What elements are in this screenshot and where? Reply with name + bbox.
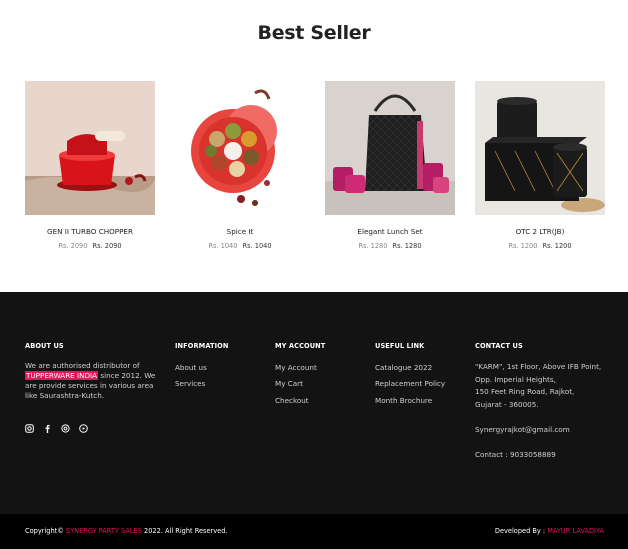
footer-heading: CONTACT US — [475, 342, 523, 350]
current-price: Rs. 1200 — [542, 242, 572, 250]
footer-information: INFORMATION About us Services — [175, 342, 229, 396]
footer-link-catalogue[interactable]: Catalogue 2022 — [375, 363, 445, 372]
product-card[interactable]: GEN II TURBO CHOPPER Rs. 2090 Rs. 2090 — [25, 81, 155, 250]
footer-heading: MY ACCOUNT — [275, 342, 326, 350]
product-name[interactable]: GEN II TURBO CHOPPER — [25, 227, 155, 236]
footer-link-services[interactable]: Services — [175, 379, 229, 388]
product-card[interactable]: Elegant Lunch Set Rs. 1280 Rs. 1280 — [325, 81, 455, 250]
copyright-text: Copyright© SYNERGY PARTY SALES 2022. All… — [25, 527, 228, 535]
old-price: Rs. 1040 — [208, 242, 238, 250]
product-name[interactable]: Spice It — [175, 227, 305, 236]
address-line: Opp. Imperial Heights, — [475, 374, 556, 384]
copyright-suffix: 2022. All Right Reserved. — [144, 527, 228, 535]
footer-heading: USEFUL LINK — [375, 342, 425, 350]
footer-about: ABOUT US We are authorised distributor o… — [25, 342, 159, 433]
product-image[interactable] — [25, 81, 155, 215]
footer-useful: USEFUL LINK Catalogue 2022 Replacement P… — [375, 342, 445, 412]
footer-contact: CONTACT US "KARM", 1st Floor, Above IFB … — [475, 342, 601, 461]
footer-heading: ABOUT US — [25, 342, 64, 350]
footer-account: MY ACCOUNT My Account My Cart Checkout — [275, 342, 325, 412]
copyright-prefix: Copyright© — [25, 527, 64, 535]
footer-link-my-cart[interactable]: My Cart — [275, 379, 325, 388]
footer-link-checkout[interactable]: Checkout — [275, 396, 325, 405]
about-text-start: We are authorised distributor of — [25, 361, 140, 370]
product-image[interactable] — [475, 81, 605, 215]
developer-credit: Developed By : MAYUR LAVADIYA — [495, 527, 604, 535]
email-link[interactable]: Synergyrajkot@gmail.com — [475, 424, 601, 437]
facebook-icon[interactable] — [43, 418, 52, 433]
instagram-icon[interactable] — [25, 418, 34, 433]
old-price: Rs. 1280 — [358, 242, 388, 250]
address-line: 150 Feet Ring Road, Rajkot, — [475, 387, 575, 397]
youtube-icon[interactable] — [79, 418, 88, 433]
product-name[interactable]: Elegant Lunch Set — [325, 227, 455, 236]
footer-link-about-us[interactable]: About us — [175, 363, 229, 372]
product-price: Rs. 2090 Rs. 2090 — [25, 242, 155, 250]
phone-link[interactable]: Contact : 9033058889 — [475, 449, 601, 462]
product-card[interactable]: Spice It Rs. 1040 Rs. 1040 — [175, 81, 305, 250]
current-price: Rs. 1040 — [242, 242, 272, 250]
product-image[interactable] — [175, 81, 305, 215]
developer-label: Developed By : — [494, 527, 546, 535]
best-seller-section: Best Seller GEN II TURBO CHOPPER Rs. 209… — [0, 0, 628, 292]
product-card[interactable]: OTC 2 LTR(JB) Rs. 1200 Rs. 1200 — [475, 81, 605, 250]
product-price: Rs. 1040 Rs. 1040 — [175, 242, 305, 250]
footer-link-my-account[interactable]: My Account — [275, 363, 325, 372]
address-line: "KARM", 1st Floor, Above IFB Point, — [475, 362, 602, 371]
section-title: Best Seller — [257, 22, 371, 44]
site-footer: ABOUT US We are authorised distributor o… — [0, 292, 628, 514]
social-links — [25, 418, 159, 433]
current-price: Rs. 2090 — [92, 242, 122, 250]
product-price: Rs. 1280 Rs. 1280 — [325, 242, 455, 250]
footer-link-brochure[interactable]: Month Brochure — [375, 396, 445, 405]
footer-link-replacement[interactable]: Replacement Policy — [375, 379, 445, 388]
product-image[interactable] — [325, 81, 455, 215]
product-price: Rs. 1200 Rs. 1200 — [475, 242, 605, 250]
brand-highlight: TUPPERWARE INDIA — [25, 371, 99, 380]
brand-link[interactable]: SYNERGY PARTY SALES — [66, 527, 142, 535]
footer-heading: INFORMATION — [175, 342, 229, 350]
about-text: We are authorised distributor of TUPPERW… — [25, 361, 159, 401]
current-price: Rs. 1280 — [392, 242, 422, 250]
address-line: Gujarat - 360005. — [475, 400, 539, 410]
old-price: Rs. 2090 — [58, 242, 88, 250]
copyright-bar: Copyright© SYNERGY PARTY SALES 2022. All… — [0, 514, 628, 549]
address: "KARM", 1st Floor, Above IFB Point, Opp.… — [475, 361, 601, 412]
product-name[interactable]: OTC 2 LTR(JB) — [475, 227, 605, 236]
old-price: Rs. 1200 — [508, 242, 538, 250]
threads-icon[interactable] — [61, 418, 70, 433]
developer-link[interactable]: MAYUR LAVADIYA — [547, 527, 604, 535]
